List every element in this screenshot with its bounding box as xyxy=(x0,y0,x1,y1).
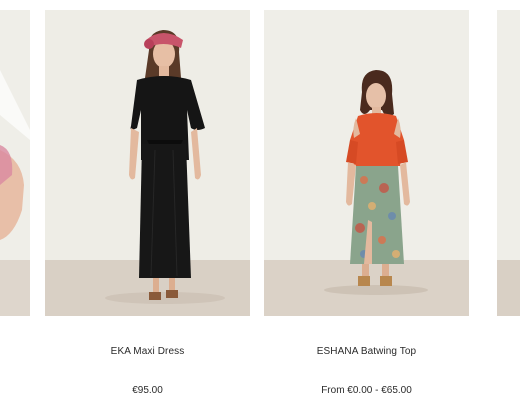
product-image-eshana-batwing-top[interactable] xyxy=(264,10,469,316)
product-carousel: EKA Maxi Dress €95.00 ESHANA Batwing Top… xyxy=(0,0,520,400)
product-image-partial-right[interactable] xyxy=(497,10,520,316)
product-image-eka-maxi-dress[interactable] xyxy=(45,10,250,316)
product-price: €95.00 xyxy=(132,385,163,396)
product-name[interactable]: ESHANA Batwing Top xyxy=(264,346,469,357)
product-image-partial-left[interactable] xyxy=(0,10,30,316)
product-name[interactable]: EKA Maxi Dress xyxy=(45,346,250,357)
product-price: From €0.00 - €65.00 xyxy=(321,385,412,396)
